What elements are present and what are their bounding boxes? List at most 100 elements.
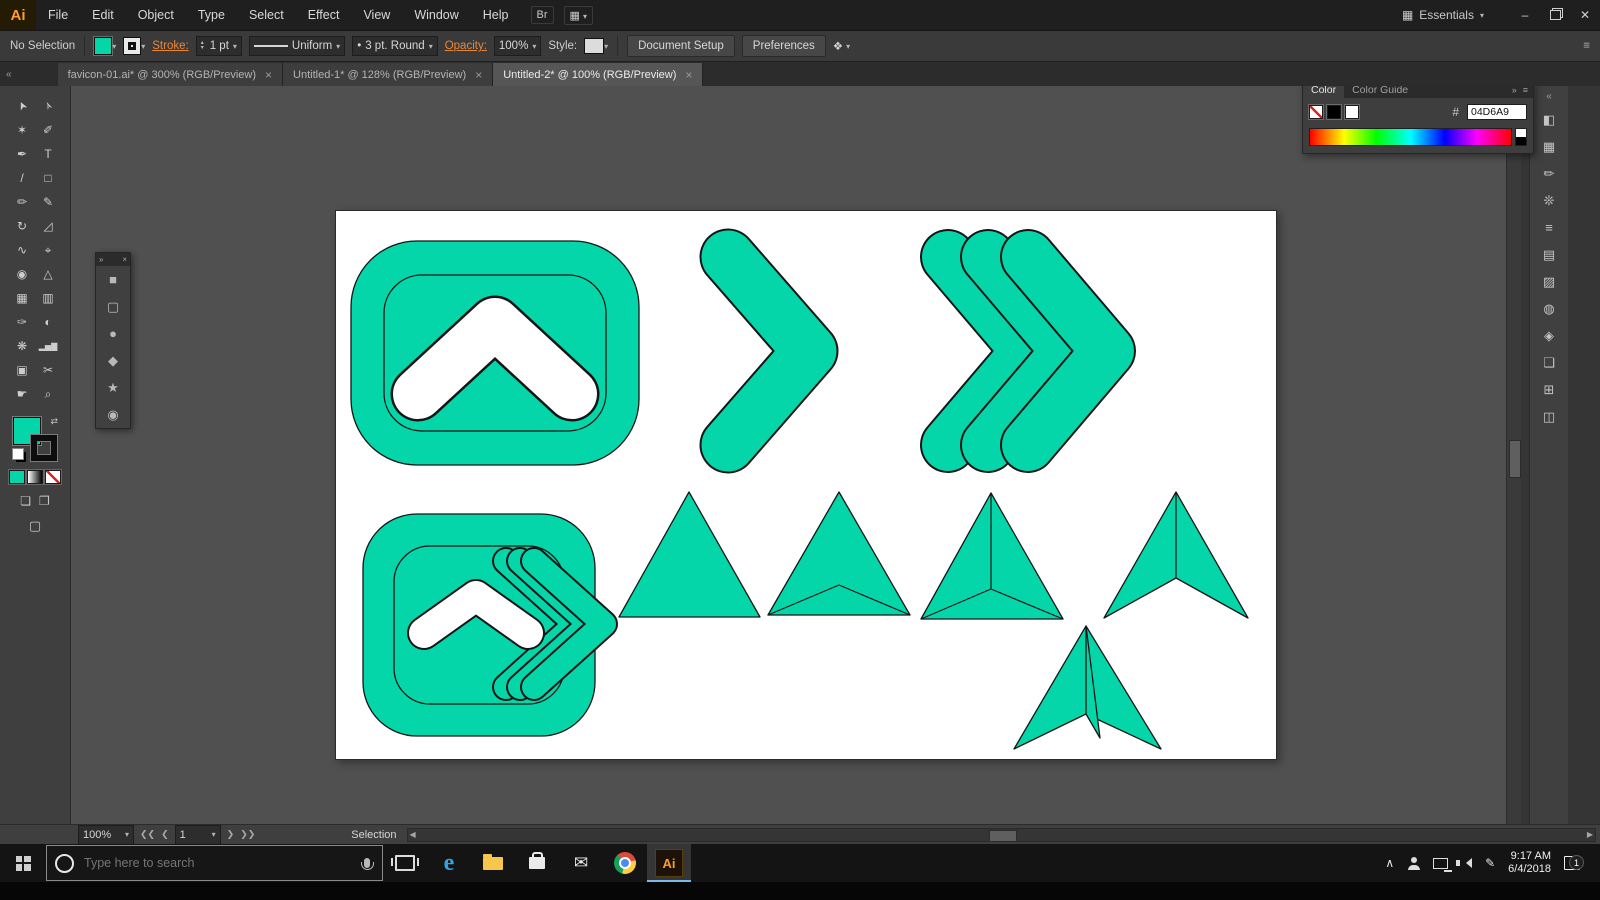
gradient-mode-button[interactable] [27,470,43,484]
width-profile-dropdown[interactable]: Uniform ▾ [249,36,345,56]
menu-select[interactable]: Select [237,0,296,30]
gradient-panel-icon[interactable]: ▤ [1530,241,1568,268]
none-mode-button[interactable] [45,470,61,484]
taskbar-clock[interactable]: 9:17 AM 6/4/2018 [1508,850,1551,876]
rotate-tool[interactable]: ↻ [9,214,35,238]
hex-input[interactable] [1467,104,1527,120]
stepper-arrows-icon[interactable]: ▴▾ [201,41,204,51]
file-explorer-button[interactable] [471,844,515,882]
fill-stroke-indicator[interactable]: ⇄ [12,416,58,462]
tab-favicon[interactable]: favicon-01.ai* @ 300% (RGB/Preview) × [58,63,283,86]
color-panel-icon[interactable]: ◧ [1530,106,1568,133]
black-swatch[interactable] [1327,105,1341,119]
pen-tool[interactable]: ✒ [9,142,35,166]
appearance-panel-icon[interactable]: ◍ [1530,295,1568,322]
artwork-chevron-right[interactable] [728,257,810,445]
change-screen-mode-icon[interactable]: ▢ [29,518,41,534]
menu-edit[interactable]: Edit [80,0,126,30]
microphone-icon[interactable] [364,858,370,868]
network-icon[interactable] [1433,858,1448,869]
artboards-panel-icon[interactable]: ⊞ [1530,376,1568,403]
polygon-tool-icon[interactable]: ◆ [96,347,130,374]
stroke-color-swatch[interactable]: ▾ [123,37,145,55]
draw-behind-icon[interactable]: ❐ [39,494,50,508]
opacity-panel-link[interactable]: Opacity: [445,40,487,52]
close-button[interactable]: ✕ [1570,4,1600,26]
search-input[interactable] [82,855,356,871]
stroke-indicator[interactable] [31,435,57,461]
magic-wand-tool[interactable]: ✶ [9,118,35,142]
artwork-arrow-fold[interactable] [1014,626,1161,749]
draw-normal-icon[interactable]: ❏ [20,494,31,508]
chrome-button[interactable] [603,844,647,882]
default-fill-stroke-icon[interactable] [12,448,24,460]
scroll-right-icon[interactable]: ▶ [1587,830,1593,839]
windows-ink-icon[interactable]: ✎ [1485,856,1495,870]
brush-definition-dropdown[interactable]: • 3 pt. Round ▾ [352,36,438,56]
layers-panel-icon[interactable]: ❏ [1530,349,1568,376]
stroke-panel-icon[interactable]: ≡ [1530,214,1568,241]
slice-tool[interactable]: ✂ [35,358,61,382]
menu-help[interactable]: Help [471,0,521,30]
stroke-panel-link[interactable]: Stroke: [152,40,188,52]
artwork-triangle-fold-1[interactable] [768,492,910,615]
task-view-button[interactable] [383,844,427,882]
control-panel-menu-icon[interactable]: ≡ [1583,40,1590,52]
transparency-panel-icon[interactable]: ▨ [1530,268,1568,295]
menu-object[interactable]: Object [126,0,186,30]
expand-panel-icon[interactable]: » [99,255,103,264]
symbols-panel-icon[interactable]: ❊ [1530,187,1568,214]
zoom-tool[interactable]: ⌕ [35,382,61,406]
artwork-triangle-fold-2[interactable] [921,493,1063,619]
preferences-button[interactable]: Preferences [742,35,826,57]
libraries-panel-icon[interactable]: ◫ [1530,403,1568,430]
artwork-rounded-icon-stacked[interactable] [363,514,604,736]
style-dropdown[interactable]: ▾ [584,38,608,54]
workspace-switcher[interactable]: ▦ Essentials ▾ [1402,8,1484,22]
align-options-dropdown[interactable]: ❖ ▾ [833,39,850,53]
previous-artboard-icon[interactable]: ❮ [161,829,169,840]
color-mode-button[interactable] [9,470,25,484]
action-center-button[interactable]: 1 [1564,854,1586,872]
shape-builder-tool[interactable]: ◉ [9,262,35,286]
flare-tool-icon[interactable]: ◉ [96,401,130,428]
artboard-tool[interactable]: ▣ [9,358,35,382]
last-artboard-icon[interactable]: ❯❯ [240,829,255,840]
perspective-grid-tool[interactable]: △ [35,262,61,286]
white-swatch[interactable] [1345,105,1359,119]
horizontal-scrollbar-thumb[interactable] [989,830,1017,842]
stroke-weight-stepper[interactable]: ▴▾ 1 pt ▾ [196,36,242,56]
start-button[interactable] [0,844,46,882]
menu-effect[interactable]: Effect [296,0,352,30]
edge-button[interactable]: e [427,844,471,882]
close-tab-icon[interactable]: × [265,68,272,82]
free-transform-tool[interactable]: ⌖ [35,238,61,262]
people-icon[interactable] [1407,857,1420,870]
scale-tool[interactable]: ◿ [35,214,61,238]
next-artboard-icon[interactable]: ❯ [227,829,235,840]
tab-untitled-1[interactable]: Untitled-1* @ 128% (RGB/Preview) × [283,63,493,86]
paintbrush-tool[interactable]: ✏ [9,190,35,214]
ellipse-tool-icon[interactable]: ● [96,320,130,347]
menu-file[interactable]: File [36,0,80,30]
fill-color-swatch[interactable]: ▾ [94,37,116,55]
rectangle-tool-icon[interactable]: ■ [96,266,130,293]
line-segment-tool[interactable]: / [9,166,35,190]
document-setup-button[interactable]: Document Setup [627,35,735,57]
arrange-documents-icon[interactable]: ▦ ▾ [564,6,593,25]
shapes-panel-header[interactable]: » × [96,253,130,266]
close-tab-icon[interactable]: × [685,68,692,82]
artboard[interactable] [335,210,1277,760]
artwork-chevron-triple[interactable] [948,257,1108,445]
minimize-button[interactable]: – [1510,4,1540,26]
collapse-dock-icon[interactable]: « [1530,86,1568,106]
scroll-left-icon[interactable]: ◀ [410,830,416,839]
bridge-icon[interactable]: Br [531,6,554,24]
rectangle-tool[interactable]: □ [35,166,61,190]
volume-icon[interactable] [1461,858,1472,868]
store-button[interactable] [515,844,559,882]
artwork-rounded-icon[interactable] [351,241,639,465]
first-artboard-icon[interactable]: ❮❮ [140,829,155,840]
illustrator-button[interactable]: Ai [647,844,691,882]
menu-view[interactable]: View [351,0,402,30]
